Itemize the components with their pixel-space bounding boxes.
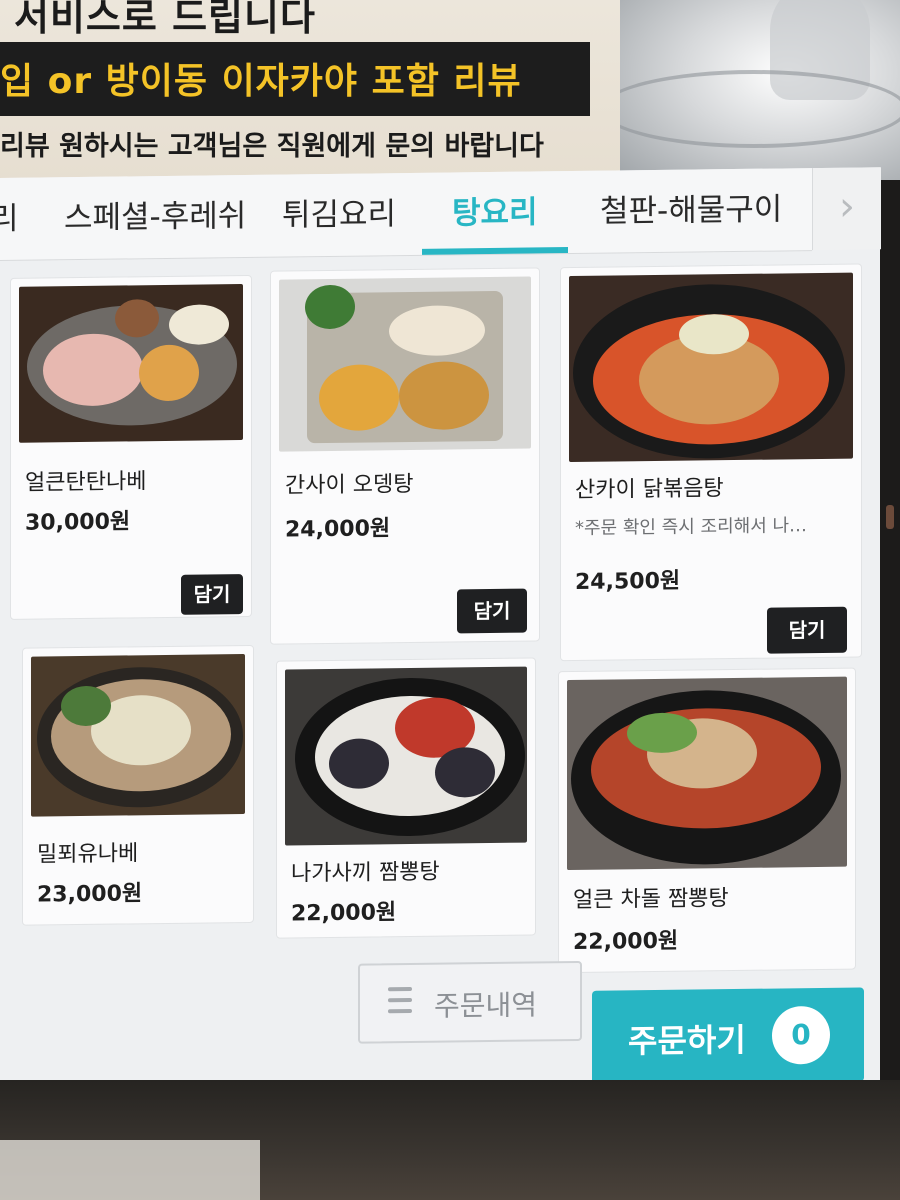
banner-headline: 서비스로 드립니다 (14, 0, 316, 39)
menu-name: 나가사끼 짬뽕탕 (291, 859, 440, 887)
menu-card[interactable]: 간사이 오뎅탕 24,000원 담기 (270, 267, 540, 645)
place-order-label: 주문하기 (628, 1020, 746, 1061)
add-to-cart-button[interactable]: 담기 (457, 588, 527, 634)
menu-photo (569, 272, 853, 463)
menu-photo (31, 654, 245, 817)
menu-price: 24,500원 (575, 568, 681, 595)
scrollbar-thumb[interactable] (886, 505, 894, 529)
order-history-label: 주문내역 (434, 988, 538, 1023)
menu-price: 22,000원 (573, 928, 679, 955)
menu-card[interactable]: 산카이 닭볶음탕 *주문 확인 즉시 조리해서 나… 24,500원 담기 (560, 263, 862, 662)
menu-name: 산카이 닭볶음탕 (575, 476, 724, 503)
add-to-cart-button[interactable]: 담기 (767, 606, 847, 654)
menu-photo (567, 676, 847, 871)
menu-card[interactable]: 밀푀유나베 23,000원 (22, 644, 254, 926)
tab-teppan-seafood[interactable]: 철판-해물구이 (600, 184, 782, 236)
table-surface (0, 1140, 260, 1200)
tab-previous-category[interactable]: 리 (0, 194, 19, 244)
menu-name: 밀푀유나베 (37, 841, 139, 868)
chevron-right-icon[interactable]: › (812, 167, 881, 251)
menu-description: *주문 확인 즉시 조리해서 나… (575, 515, 808, 539)
menu-photo (279, 276, 531, 452)
tab-fried[interactable]: 튀김요리 (282, 189, 396, 240)
menu-price: 30,000원 (25, 509, 131, 536)
menu-card[interactable]: 얼큰 차돌 짬뽕탕 22,000원 (558, 667, 856, 974)
tab-special-fresh[interactable]: 스페셜-후레쉬 (64, 191, 246, 243)
menu-photo (285, 666, 527, 846)
menu-name: 얼큰 차돌 짬뽕탕 (573, 886, 729, 913)
cart-count-badge: 0 (772, 1005, 830, 1065)
kiosk-screen: 리 스페셜-후레쉬 튀김요리 탕요리 철판-해물구이 › 얼큰탄탄나베 30,0… (0, 167, 881, 1128)
menu-card[interactable]: 나가사끼 짬뽕탕 22,000원 (276, 657, 536, 939)
category-tabs: 리 스페셜-후레쉬 튀김요리 탕요리 철판-해물구이 (0, 168, 812, 261)
menu-price: 22,000원 (291, 900, 397, 927)
soju-splash-image (620, 0, 900, 180)
list-icon (388, 986, 412, 1017)
tab-hotpot[interactable]: 탕요리 (452, 187, 538, 238)
menu-photo (19, 284, 243, 443)
add-to-cart-button[interactable]: 담기 (181, 574, 243, 615)
order-history-button[interactable]: 주문내역 (358, 960, 582, 1044)
place-order-button[interactable]: 주문하기 0 (592, 987, 864, 1085)
active-tab-indicator (422, 247, 568, 255)
menu-price: 23,000원 (37, 881, 143, 908)
banner-review-text: 입 or 방이동 이자카야 포함 리뷰 (0, 61, 522, 102)
banner-notice: 리뷰 원하시는 고객님은 직원에게 문의 바랍니다 (0, 131, 544, 162)
menu-price: 24,000원 (285, 516, 391, 543)
promo-banner: 서비스로 드립니다 입 or 방이동 이자카야 포함 리뷰 리뷰 원하시는 고객… (0, 0, 640, 190)
menu-name: 간사이 오뎅탕 (285, 471, 414, 499)
menu-name: 얼큰탄탄나베 (25, 469, 147, 496)
menu-card[interactable]: 얼큰탄탄나베 30,000원 담기 (10, 274, 252, 620)
